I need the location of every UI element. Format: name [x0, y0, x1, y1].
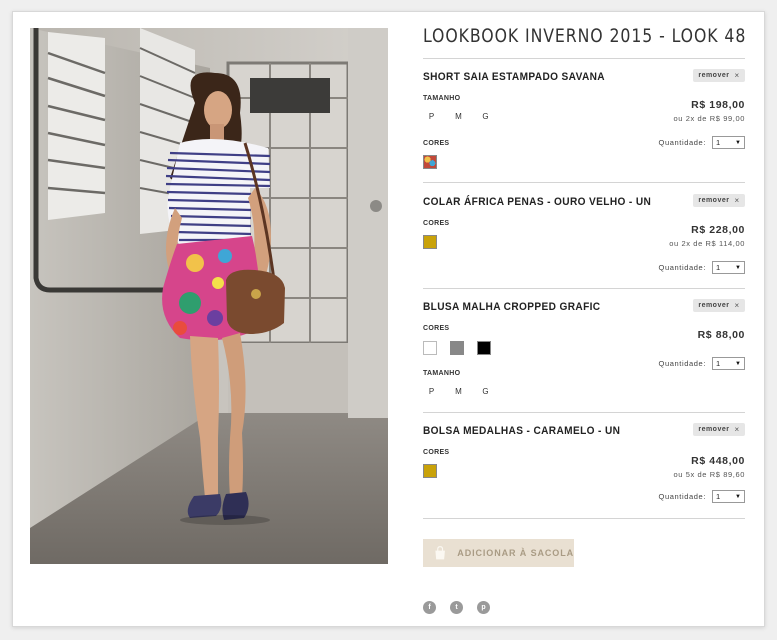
remove-label: remover: [698, 72, 730, 79]
colors-label: CORES: [423, 140, 450, 147]
pinterest-icon[interactable]: p: [477, 601, 490, 614]
product-name: COLAR ÁFRICA PENAS - OURO VELHO - UN: [423, 196, 652, 208]
quantity-select[interactable]: 1 ▼: [712, 357, 745, 370]
color-swatch-gray[interactable]: [450, 341, 464, 355]
remove-button[interactable]: remover ×: [693, 423, 745, 436]
quantity-control: Quantidade: 1 ▼: [659, 261, 745, 274]
quantity-select[interactable]: 1 ▼: [712, 261, 745, 274]
divider: [423, 518, 745, 519]
color-swatch-gold[interactable]: [423, 464, 437, 478]
size-selector: P M G: [427, 387, 490, 396]
quantity-value: 1: [716, 359, 721, 368]
color-swatches: [423, 235, 437, 249]
size-option-p[interactable]: P: [427, 112, 436, 121]
lookbook-card: LOOKBOOK INVERNO 2015 - LOOK 48 SHORT SA…: [12, 11, 765, 627]
remove-label: remover: [698, 197, 730, 204]
product-name: BOLSA MEDALHAS - CARAMELO - UN: [423, 425, 621, 437]
close-icon: ×: [734, 196, 740, 205]
remove-label: remover: [698, 426, 730, 433]
size-option-m[interactable]: M: [454, 387, 463, 396]
divider: [423, 58, 745, 59]
quantity-control: Quantidade: 1 ▼: [659, 136, 745, 149]
quantity-value: 1: [716, 492, 721, 501]
social-share: f t p: [423, 601, 490, 614]
product-name: BLUSA MALHA CROPPED GRAFIC: [423, 301, 601, 313]
chevron-down-icon: ▼: [735, 360, 741, 367]
chevron-down-icon: ▼: [735, 264, 741, 271]
quantity-label: Quantidade:: [658, 359, 706, 368]
product-price: R$ 228,00: [691, 224, 745, 236]
close-icon: ×: [734, 301, 740, 310]
facebook-icon[interactable]: f: [423, 601, 436, 614]
colors-label: CORES: [423, 220, 450, 227]
divider: [423, 288, 745, 289]
color-swatches: [423, 464, 437, 478]
quantity-label: Quantidade:: [658, 492, 706, 501]
twitter-icon[interactable]: t: [450, 601, 463, 614]
colors-label: CORES: [423, 325, 450, 332]
look-photo: [30, 28, 388, 564]
quantity-select[interactable]: 1 ▼: [712, 136, 745, 149]
color-swatches: [423, 341, 491, 355]
product-price: R$ 88,00: [697, 329, 745, 341]
remove-button[interactable]: remover ×: [693, 194, 745, 207]
close-icon: ×: [734, 71, 740, 80]
size-label: TAMANHO: [423, 370, 461, 377]
divider: [423, 182, 745, 183]
color-swatch-white[interactable]: [423, 341, 437, 355]
quantity-value: 1: [716, 263, 721, 272]
installment-text: ou 2x de R$ 99,00: [673, 114, 745, 123]
size-option-m[interactable]: M: [454, 112, 463, 121]
quantity-control: Quantidade: 1 ▼: [659, 357, 745, 370]
chevron-down-icon: ▼: [735, 139, 741, 146]
color-swatch-black[interactable]: [477, 341, 491, 355]
close-icon: ×: [734, 425, 740, 434]
color-swatches: [423, 155, 437, 169]
remove-button[interactable]: remover ×: [693, 299, 745, 312]
quantity-control: Quantidade: 1 ▼: [659, 490, 745, 503]
color-swatch-gold[interactable]: [423, 235, 437, 249]
add-to-bag-button[interactable]: ADICIONAR À SACOLA: [423, 539, 574, 567]
installment-text: ou 5x de R$ 89,60: [673, 470, 745, 479]
product-price: R$ 448,00: [691, 455, 745, 467]
quantity-label: Quantidade:: [658, 263, 706, 272]
chevron-down-icon: ▼: [735, 493, 741, 500]
product-name: SHORT SAIA ESTAMPADO SAVANA: [423, 71, 605, 83]
remove-button[interactable]: remover ×: [693, 69, 745, 82]
color-swatch-print[interactable]: [423, 155, 437, 169]
quantity-select[interactable]: 1 ▼: [712, 490, 745, 503]
colors-label: CORES: [423, 449, 450, 456]
size-option-p[interactable]: P: [427, 387, 436, 396]
add-to-bag-label: ADICIONAR À SACOLA: [457, 548, 574, 558]
size-label: TAMANHO: [423, 95, 461, 102]
size-option-g[interactable]: G: [481, 112, 490, 121]
quantity-label: Quantidade:: [658, 138, 706, 147]
page-title: LOOKBOOK INVERNO 2015 - LOOK 48: [423, 25, 747, 47]
divider: [423, 412, 745, 413]
size-option-g[interactable]: G: [481, 387, 490, 396]
quantity-value: 1: [716, 138, 721, 147]
size-selector: P M G: [427, 112, 490, 121]
installment-text: ou 2x de R$ 114,00: [669, 239, 745, 248]
product-price: R$ 198,00: [691, 99, 745, 111]
remove-label: remover: [698, 302, 730, 309]
shopping-bag-icon: [435, 546, 445, 560]
